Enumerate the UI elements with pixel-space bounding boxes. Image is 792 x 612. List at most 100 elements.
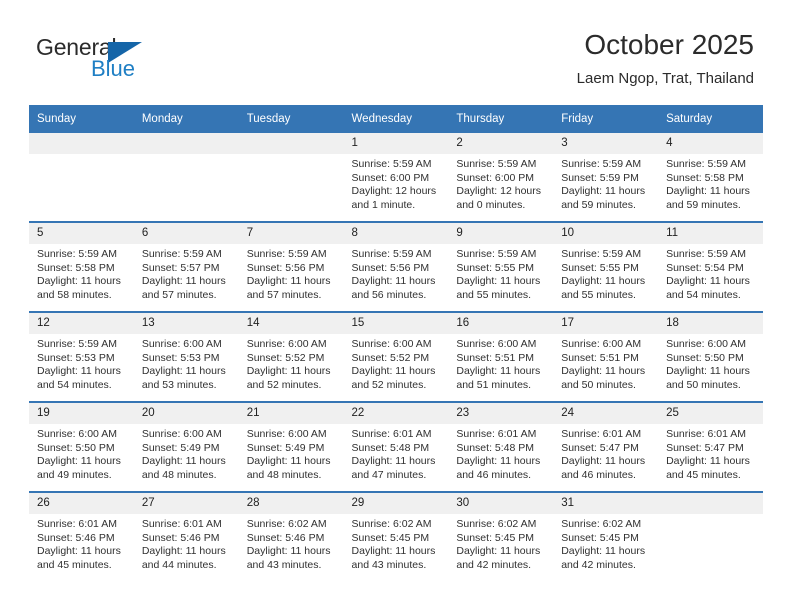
day-cell[interactable]: 13 Sunrise: 6:00 AM Sunset: 5:53 PM Dayligh… (133, 311, 239, 402)
logo-text-blue: Blue (91, 56, 136, 81)
weekday-header-friday: Friday (553, 105, 659, 133)
sunrise-text: Sunrise: 6:00 AM (37, 428, 117, 440)
sunset-text: Sunset: 5:47 PM (666, 441, 744, 454)
daylight-text-line1: Daylight: 11 hours (351, 365, 436, 378)
day-cell[interactable]: 20 Sunrise: 6:00 AM Sunset: 5:49 PM Dayligh… (133, 401, 239, 492)
day-cell[interactable]: 5 Sunrise: 5:59 AM Sunset: 5:58 PM Daylight… (29, 221, 134, 312)
day-cell-inner: 20 Sunrise: 6:00 AM Sunset: 5:49 PM Dayligh… (133, 403, 239, 491)
day-info: Sunrise: 5:59 AM Sunset: 5:56 PM Daylight:… (239, 244, 344, 302)
generalblue-logo[interactable]: General Blue (36, 34, 256, 90)
page-title: October 2025 (584, 29, 754, 60)
day-cell[interactable]: 10 Sunrise: 5:59 AM Sunset: 5:55 PM Dayligh… (553, 221, 659, 312)
calendar-table: Sunday Monday Tuesday Wednesday Thursday… (29, 105, 763, 581)
day-number: 21 (238, 403, 344, 424)
day-info (134, 154, 239, 158)
day-info: Sunrise: 6:02 AM Sunset: 5:45 PM Daylight:… (448, 514, 553, 572)
location-subtitle: Laem Ngop, Trat, Thailand (576, 70, 754, 87)
sunrise-text: Sunrise: 6:00 AM (141, 428, 222, 440)
day-cell[interactable] (29, 133, 134, 222)
day-cell[interactable]: 18 Sunrise: 6:00 AM Sunset: 5:50 PM Dayligh… (658, 311, 763, 402)
daylight-text-line1: Daylight: 11 hours (351, 275, 436, 288)
daylight-text-line2: and 46 minutes. (561, 468, 636, 481)
day-cell[interactable]: 26 Sunrise: 6:01 AM Sunset: 5:46 PM Dayligh… (29, 491, 134, 581)
day-cell-inner (238, 133, 344, 221)
sunset-text: Sunset: 5:59 PM (561, 171, 639, 184)
day-cell[interactable]: 22 Sunrise: 6:01 AM Sunset: 5:48 PM Dayligh… (343, 401, 449, 492)
day-cell[interactable]: 12 Sunrise: 5:59 AM Sunset: 5:53 PM Dayligh… (29, 311, 134, 402)
daylight-text-line1: Daylight: 11 hours (561, 545, 646, 558)
sunset-text: Sunset: 5:46 PM (246, 531, 325, 544)
daylight-text-line2: and 42 minutes. (456, 558, 532, 571)
day-info: Sunrise: 6:01 AM Sunset: 5:47 PM Daylight:… (658, 424, 763, 482)
day-cell[interactable]: 14 Sunrise: 6:00 AM Sunset: 5:52 PM Dayligh… (238, 311, 344, 402)
day-cell[interactable]: 29 Sunrise: 6:02 AM Sunset: 5:45 PM Dayligh… (343, 491, 449, 581)
daylight-text-line1: Daylight: 11 hours (141, 365, 226, 378)
day-cell[interactable]: 11 Sunrise: 5:59 AM Sunset: 5:54 PM Dayligh… (658, 221, 763, 312)
day-cell[interactable]: 3 Sunrise: 5:59 AM Sunset: 5:59 PM Daylight… (553, 133, 659, 222)
page-header: General Blue October 2025 Laem Ngop, Tra… (0, 0, 792, 104)
daylight-text-line1: Daylight: 11 hours (246, 455, 331, 468)
sunset-text: Sunset: 6:00 PM (456, 171, 535, 184)
day-cell[interactable]: 2 Sunrise: 5:59 AM Sunset: 6:00 PM Daylight… (448, 133, 554, 222)
day-cell[interactable]: 1 Sunrise: 5:59 AM Sunset: 6:00 PM Daylight… (343, 133, 449, 222)
day-cell[interactable] (238, 133, 344, 222)
day-cell[interactable]: 21 Sunrise: 6:00 AM Sunset: 5:49 PM Dayligh… (238, 401, 344, 492)
sunrise-text: Sunrise: 5:59 AM (561, 248, 642, 260)
daylight-text-line1: Daylight: 11 hours (141, 275, 226, 288)
day-cell-inner (133, 133, 239, 221)
day-cell[interactable]: 19 Sunrise: 6:00 AM Sunset: 5:50 PM Dayligh… (29, 401, 134, 492)
sunrise-text: Sunrise: 5:59 AM (666, 158, 747, 170)
day-cell[interactable] (133, 133, 239, 222)
day-number: 1 (343, 133, 449, 154)
sunset-text: Sunset: 5:58 PM (37, 261, 115, 274)
sunset-text: Sunset: 5:45 PM (351, 531, 430, 544)
day-cell[interactable]: 6 Sunrise: 5:59 AM Sunset: 5:57 PM Daylight… (133, 221, 239, 312)
daylight-text-line1: Daylight: 11 hours (37, 365, 121, 378)
daylight-text-line1: Daylight: 11 hours (561, 455, 646, 468)
daylight-text-line2: and 57 minutes. (141, 288, 217, 301)
daylight-text-line1: Daylight: 11 hours (37, 275, 121, 288)
day-cell[interactable]: 23 Sunrise: 6:01 AM Sunset: 5:48 PM Dayligh… (448, 401, 554, 492)
week-row: 5 Sunrise: 5:59 AM Sunset: 5:58 PM Daylight… (29, 221, 763, 312)
daylight-text-line2: and 50 minutes. (561, 378, 636, 391)
day-cell[interactable]: 17 Sunrise: 6:00 AM Sunset: 5:51 PM Dayligh… (553, 311, 659, 402)
day-number: 10 (553, 223, 659, 244)
sunset-text: Sunset: 5:45 PM (456, 531, 535, 544)
day-info: Sunrise: 5:59 AM Sunset: 5:58 PM Daylight:… (658, 154, 763, 212)
day-cell[interactable]: 9 Sunrise: 5:59 AM Sunset: 5:55 PM Daylight… (448, 221, 554, 312)
day-cell-inner: 22 Sunrise: 6:01 AM Sunset: 5:48 PM Dayligh… (343, 403, 449, 491)
day-cell[interactable]: 30 Sunrise: 6:02 AM Sunset: 5:45 PM Dayligh… (448, 491, 554, 581)
day-number: 24 (553, 403, 659, 424)
calendar-head: Sunday Monday Tuesday Wednesday Thursday… (29, 105, 763, 133)
day-cell-inner: 8 Sunrise: 5:59 AM Sunset: 5:56 PM Daylight… (343, 223, 449, 311)
sunset-text: Sunset: 5:52 PM (246, 351, 325, 364)
day-cell[interactable]: 8 Sunrise: 5:59 AM Sunset: 5:56 PM Daylight… (343, 221, 449, 312)
day-number: 20 (133, 403, 239, 424)
day-cell-inner: 5 Sunrise: 5:59 AM Sunset: 5:58 PM Daylight… (29, 223, 134, 311)
day-number: 9 (448, 223, 554, 244)
day-cell-inner: 30 Sunrise: 6:02 AM Sunset: 5:45 PM Dayligh… (448, 493, 554, 581)
weekday-header-sunday: Sunday (29, 105, 134, 133)
day-info: Sunrise: 6:00 AM Sunset: 5:50 PM Daylight:… (658, 334, 763, 392)
day-info: Sunrise: 5:59 AM Sunset: 6:00 PM Daylight:… (448, 154, 553, 212)
day-cell[interactable]: 31 Sunrise: 6:02 AM Sunset: 5:45 PM Dayligh… (553, 491, 659, 581)
day-cell[interactable]: 7 Sunrise: 5:59 AM Sunset: 5:56 PM Daylight… (238, 221, 344, 312)
daylight-text-line1: Daylight: 11 hours (456, 275, 541, 288)
day-cell[interactable]: 15 Sunrise: 6:00 AM Sunset: 5:52 PM Dayligh… (343, 311, 449, 402)
sunset-text: Sunset: 5:50 PM (666, 351, 744, 364)
sunset-text: Sunset: 5:51 PM (561, 351, 639, 364)
day-cell[interactable]: 4 Sunrise: 5:59 AM Sunset: 5:58 PM Daylight… (658, 133, 763, 222)
daylight-text-line2: and 0 minutes. (456, 198, 526, 211)
day-cell[interactable]: 27 Sunrise: 6:01 AM Sunset: 5:46 PM Dayligh… (133, 491, 239, 581)
day-cell[interactable]: 28 Sunrise: 6:02 AM Sunset: 5:46 PM Dayligh… (238, 491, 344, 581)
daylight-text-line2: and 59 minutes. (666, 198, 741, 211)
day-info: Sunrise: 6:01 AM Sunset: 5:48 PM Daylight:… (448, 424, 553, 482)
sunrise-text: Sunrise: 6:01 AM (37, 518, 117, 530)
day-number: 22 (343, 403, 449, 424)
day-cell-inner: 23 Sunrise: 6:01 AM Sunset: 5:48 PM Dayligh… (448, 403, 554, 491)
day-cell[interactable] (658, 491, 763, 581)
day-cell[interactable]: 16 Sunrise: 6:00 AM Sunset: 5:51 PM Dayligh… (448, 311, 554, 402)
day-cell[interactable]: 25 Sunrise: 6:01 AM Sunset: 5:47 PM Dayligh… (658, 401, 763, 492)
sunset-text: Sunset: 5:57 PM (141, 261, 220, 274)
day-cell[interactable]: 24 Sunrise: 6:01 AM Sunset: 5:47 PM Dayligh… (553, 401, 659, 492)
